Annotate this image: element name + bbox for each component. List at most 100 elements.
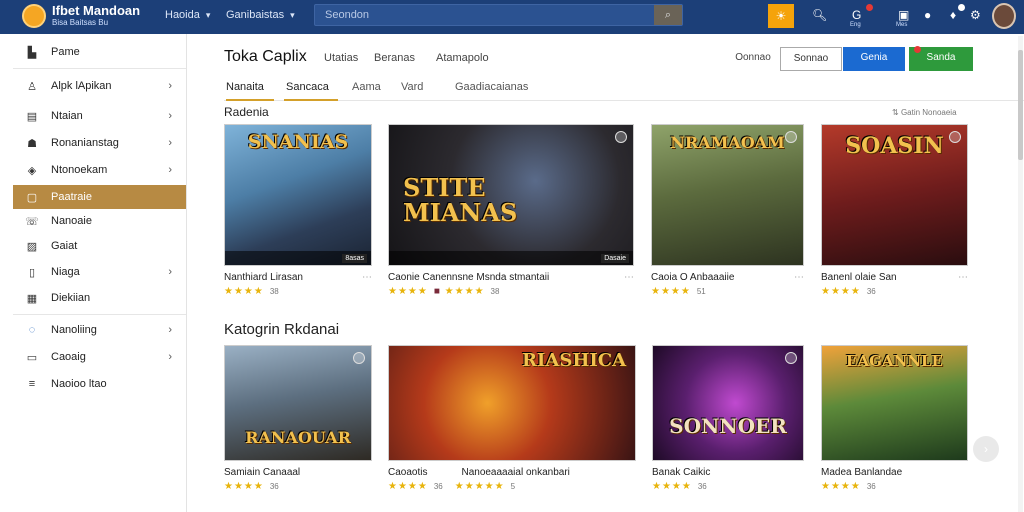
- game-card-featured[interactable]: RIASHICA Caoaotis Nanoeaaaaial onkanbari …: [388, 345, 636, 492]
- tab-3[interactable]: Aama: [352, 81, 381, 101]
- header-tab-3[interactable]: Atamapolo: [436, 52, 489, 64]
- brand[interactable]: Ifbet Mandoan Bisa Baitsas Bu: [52, 4, 140, 28]
- topnav-item-2[interactable]: Ganibaistas ▾: [226, 9, 295, 21]
- sidebar-item-label: Ronanianstag: [51, 137, 119, 149]
- tab-1[interactable]: Nanaita: [226, 81, 274, 101]
- rating-value: 36: [433, 482, 443, 491]
- person-icon: ♙: [27, 80, 37, 93]
- sidebar-item-label: Niaga: [51, 266, 80, 278]
- game-card[interactable]: EAGANNLE Madea Banlandae ★★★★ 36: [821, 345, 968, 492]
- sidebar-item-12[interactable]: ≡ Naoioo ltao: [13, 372, 186, 396]
- more-icon[interactable]: ⋯: [794, 272, 804, 283]
- avatar[interactable]: [992, 3, 1016, 29]
- chevron-down-icon: ▾: [290, 10, 295, 20]
- main-content: Toka Caplix Utatias Beranas Atamapolo Oo…: [187, 34, 1024, 512]
- sidebar-item-9[interactable]: ▦ Diekiian: [13, 286, 186, 310]
- sidebar-item-4[interactable]: ◈ Ntonoekam ›: [13, 158, 186, 182]
- header-button-2[interactable]: Sonnao: [780, 47, 842, 71]
- filter-icon: ⇅: [892, 108, 901, 117]
- topnav-item-1[interactable]: Haoida ▾: [165, 9, 210, 21]
- game-thumbnail[interactable]: EAGANNLE: [821, 345, 968, 461]
- globe-icon[interactable]: G: [852, 8, 861, 22]
- tab-bar: Nanaita Sancaca Aama Vard Gaadiacaianas: [224, 77, 1024, 101]
- game-card[interactable]: SNANIAS 8asas Nanthiard Lirasan ⋯ ★★★★ 38: [224, 124, 372, 297]
- more-icon[interactable]: ⋯: [958, 272, 968, 283]
- sidebar-item-6[interactable]: ☏ Nanoaie: [13, 209, 186, 233]
- scrollbar[interactable]: [1018, 36, 1023, 512]
- game-tag: 8asas: [342, 254, 367, 263]
- game-name-text: Caonie Canennsne Msnda stmantaii: [388, 272, 550, 283]
- notification-dot: [866, 4, 873, 11]
- sidebar-item-label: Alpk lApikan: [51, 80, 112, 92]
- more-icon[interactable]: ⋯: [362, 272, 372, 283]
- bubble-icon[interactable]: ●: [924, 8, 931, 22]
- sidebar-item-2[interactable]: ▤ Ntaian ›: [13, 104, 186, 128]
- rating: ★★★★ 36: [652, 481, 707, 492]
- section-meta[interactable]: ⇅ Gatin Nonoaeia: [892, 108, 957, 117]
- game-thumbnail[interactable]: RIASHICA: [388, 345, 636, 461]
- sidebar-item-10[interactable]: ◌ Nanoliing ›: [13, 318, 186, 342]
- rating: ★★★★ 36: [821, 481, 876, 492]
- more-icon[interactable]: ⋯: [624, 272, 634, 283]
- rating-value: 38: [490, 287, 500, 296]
- header-button-1[interactable]: Oonnao: [733, 47, 773, 71]
- game-thumbnail[interactable]: SNANIAS 8asas: [224, 124, 372, 266]
- game-art-title: SOASIN: [845, 133, 944, 159]
- game-thumbnail[interactable]: NRAMAOAM: [651, 124, 804, 266]
- tab-5[interactable]: Gaadiacaianas: [455, 81, 528, 101]
- divider: [13, 314, 186, 315]
- search-input[interactable]: Seondon ⌕: [314, 4, 683, 26]
- game-name: Banak Caikic: [652, 467, 804, 478]
- sidebar-item-1[interactable]: ♙ Alpk lApikan ›: [13, 74, 186, 98]
- chat-icon[interactable]: ▣: [898, 8, 909, 22]
- game-art: [653, 346, 803, 460]
- rating: ★★★★ 36 ★★★★★ 5: [388, 481, 516, 492]
- divider: [13, 68, 186, 69]
- top-bar: Ifbet Mandoan Bisa Baitsas Bu Haoida ▾ Gan…: [0, 0, 1024, 34]
- game-thumbnail[interactable]: SONNOER: [652, 345, 804, 461]
- grid-icon: ▤: [26, 110, 38, 123]
- shield-logo[interactable]: [22, 4, 46, 28]
- game-card[interactable]: RANAOUAR Samiain Canaaal ★★★★ 36: [224, 345, 372, 492]
- header-tab-2[interactable]: Beranas: [374, 52, 415, 64]
- badge-icon: [615, 131, 627, 143]
- gear-icon[interactable]: ⚙: [970, 8, 981, 22]
- sidebar-item-active[interactable]: ▢ Paatraie: [13, 185, 186, 209]
- game-name-text-2: Nanoeaaaaial onkanbari: [461, 467, 570, 478]
- section-title: Katogrin Rkdanai: [224, 321, 340, 338]
- search-icon[interactable]: 🔍︎: [812, 8, 827, 22]
- sidebar-item-8[interactable]: ▯ Niaga ›: [13, 260, 186, 284]
- sidebar-item-3[interactable]: ☗ Ronanianstag ›: [13, 131, 186, 155]
- sidebar-item-home[interactable]: ▙ Pame: [13, 40, 186, 64]
- tab-4[interactable]: Vard: [401, 81, 423, 101]
- game-name: Caoaotis Nanoeaaaaial onkanbari: [388, 467, 636, 478]
- sidebar-item-11[interactable]: ▭ Caoaig ›: [13, 345, 186, 369]
- rating: ★★★★ 36: [224, 481, 279, 492]
- rating-value: 36: [866, 287, 876, 296]
- badge-icon: [353, 352, 365, 364]
- game-art-title: STITE MIANAS: [403, 173, 518, 228]
- star-icon[interactable]: ☀: [768, 4, 794, 28]
- game-thumbnail[interactable]: STITE MIANAS Dasaie: [388, 124, 634, 266]
- rating-value: 36: [866, 482, 876, 491]
- rating-value: 38: [269, 287, 279, 296]
- game-thumbnail[interactable]: SOASIN: [821, 124, 968, 266]
- game-card[interactable]: SOASIN Banenl olaie San ⋯ ★★★★ 36: [821, 124, 968, 297]
- tab-2[interactable]: Sancaca: [284, 81, 338, 101]
- bell-icon[interactable]: ♦: [950, 8, 956, 22]
- scrollbar-thumb[interactable]: [1018, 50, 1023, 160]
- game-card[interactable]: NRAMAOAM Caoia O Anbaaaiie ⋯ ★★★★ 51: [651, 124, 804, 297]
- game-card-featured[interactable]: STITE MIANAS Dasaie Caonie Canennsne Msn…: [388, 124, 634, 297]
- header-button-3[interactable]: Genia: [843, 47, 905, 71]
- search-icon[interactable]: ⌕: [654, 5, 682, 25]
- game-thumbnail[interactable]: RANAOUAR: [224, 345, 372, 461]
- thumb-strip: [389, 251, 633, 265]
- header-tab-1[interactable]: Utatias: [324, 52, 358, 64]
- next-arrow-icon[interactable]: ›: [973, 436, 999, 462]
- phone-icon: ☏: [25, 215, 39, 228]
- rating-value-2: 5: [510, 482, 516, 491]
- game-card[interactable]: SONNOER Banak Caikic ★★★★ 36: [652, 345, 804, 492]
- sidebar-item-7[interactable]: ▨ Gaiat: [13, 234, 186, 258]
- chevron-right-icon: ›: [168, 266, 172, 278]
- sidebar-item-label: Caoaig: [51, 351, 86, 363]
